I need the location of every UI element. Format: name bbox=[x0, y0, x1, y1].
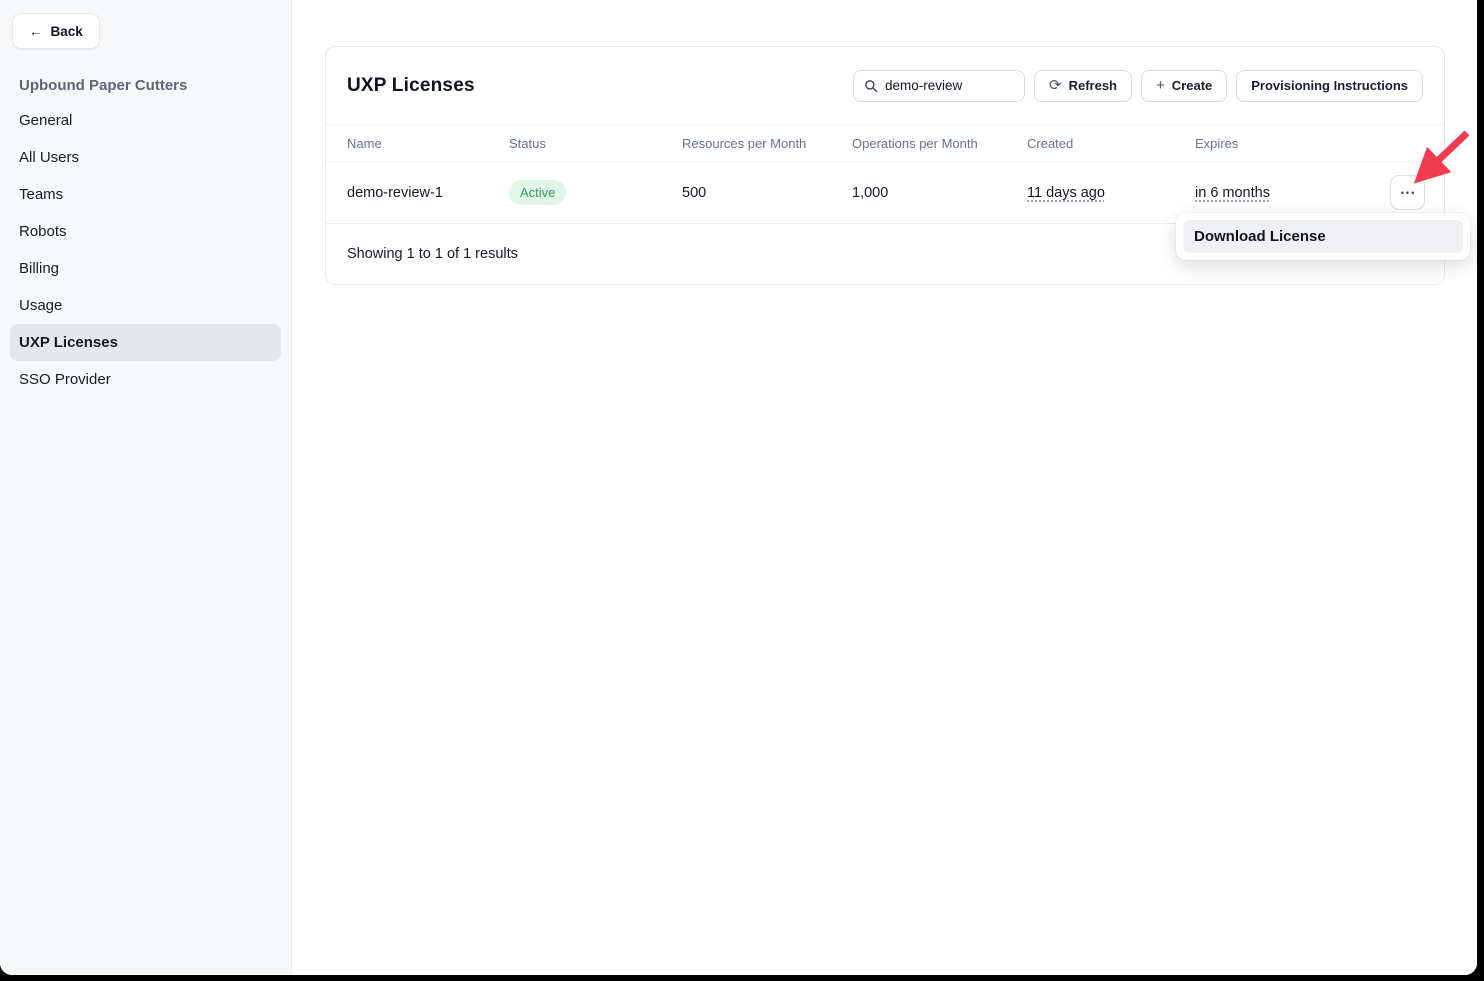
sidebar-item-uxp-licenses[interactable]: UXP Licenses bbox=[10, 324, 281, 361]
provisioning-instructions-button[interactable]: Provisioning Instructions bbox=[1236, 70, 1423, 102]
back-button-label: Back bbox=[51, 24, 83, 39]
org-title: Upbound Paper Cutters bbox=[19, 77, 272, 94]
sidebar: ← Back Upbound Paper Cutters General All… bbox=[0, 0, 292, 975]
ellipsis-icon: ••• bbox=[1401, 188, 1416, 198]
provisioning-instructions-label: Provisioning Instructions bbox=[1251, 78, 1408, 93]
page-title: UXP Licenses bbox=[347, 75, 475, 97]
cell-resources: 500 bbox=[682, 185, 852, 201]
cell-operations: 1,000 bbox=[852, 185, 1027, 201]
plus-icon: + bbox=[1156, 78, 1165, 93]
card-header: UXP Licenses ⟳ Refresh + bbox=[326, 47, 1444, 124]
sidebar-item-robots[interactable]: Robots bbox=[10, 213, 281, 250]
cell-name: demo-review-1 bbox=[347, 185, 509, 201]
column-header-name: Name bbox=[347, 136, 509, 151]
column-header-expires: Expires bbox=[1195, 136, 1390, 151]
cell-expires: in 6 months bbox=[1195, 185, 1390, 201]
sidebar-item-billing[interactable]: Billing bbox=[10, 250, 281, 287]
cell-actions: ••• bbox=[1390, 175, 1425, 210]
search-icon bbox=[864, 79, 878, 93]
menu-item-download-license[interactable]: Download License bbox=[1183, 220, 1463, 253]
column-header-operations: Operations per Month bbox=[852, 136, 1027, 151]
cell-created: 11 days ago bbox=[1027, 185, 1195, 201]
column-header-status: Status bbox=[509, 136, 682, 151]
cell-status: Active bbox=[509, 180, 682, 205]
expires-relative-time[interactable]: in 6 months bbox=[1195, 185, 1270, 201]
back-button[interactable]: ← Back bbox=[12, 13, 100, 49]
column-header-created: Created bbox=[1027, 136, 1195, 151]
sidebar-item-sso-provider[interactable]: SSO Provider bbox=[10, 361, 281, 398]
row-actions-menu: Download License bbox=[1176, 213, 1470, 260]
refresh-icon: ⟳ bbox=[1049, 78, 1062, 93]
sidebar-item-teams[interactable]: Teams bbox=[10, 176, 281, 213]
create-button-label: Create bbox=[1172, 78, 1212, 93]
refresh-button[interactable]: ⟳ Refresh bbox=[1034, 70, 1132, 102]
search-box[interactable] bbox=[853, 70, 1025, 102]
sidebar-item-general[interactable]: General bbox=[10, 102, 281, 139]
results-count: Showing 1 to 1 of 1 results bbox=[347, 246, 518, 262]
search-input[interactable] bbox=[885, 78, 1005, 93]
row-actions-button[interactable]: ••• bbox=[1390, 175, 1425, 210]
table-header: Name Status Resources per Month Operatio… bbox=[326, 124, 1444, 162]
back-arrow-icon: ← bbox=[29, 24, 43, 39]
app-window: ← Back Upbound Paper Cutters General All… bbox=[0, 0, 1477, 975]
main-content: UXP Licenses ⟳ Refresh + bbox=[292, 0, 1477, 975]
created-relative-time[interactable]: 11 days ago bbox=[1027, 185, 1105, 201]
create-button[interactable]: + Create bbox=[1141, 70, 1227, 102]
toolbar: ⟳ Refresh + Create Provisioning Instruct… bbox=[853, 70, 1423, 102]
refresh-button-label: Refresh bbox=[1069, 78, 1117, 93]
sidebar-nav: General All Users Teams Robots Billing U… bbox=[0, 102, 291, 398]
status-badge: Active bbox=[509, 180, 566, 205]
column-header-resources: Resources per Month bbox=[682, 136, 852, 151]
sidebar-item-all-users[interactable]: All Users bbox=[10, 139, 281, 176]
sidebar-item-usage[interactable]: Usage bbox=[10, 287, 281, 324]
desktop: { "icons": { "back_arrow": "←", "refresh… bbox=[0, 0, 1484, 981]
